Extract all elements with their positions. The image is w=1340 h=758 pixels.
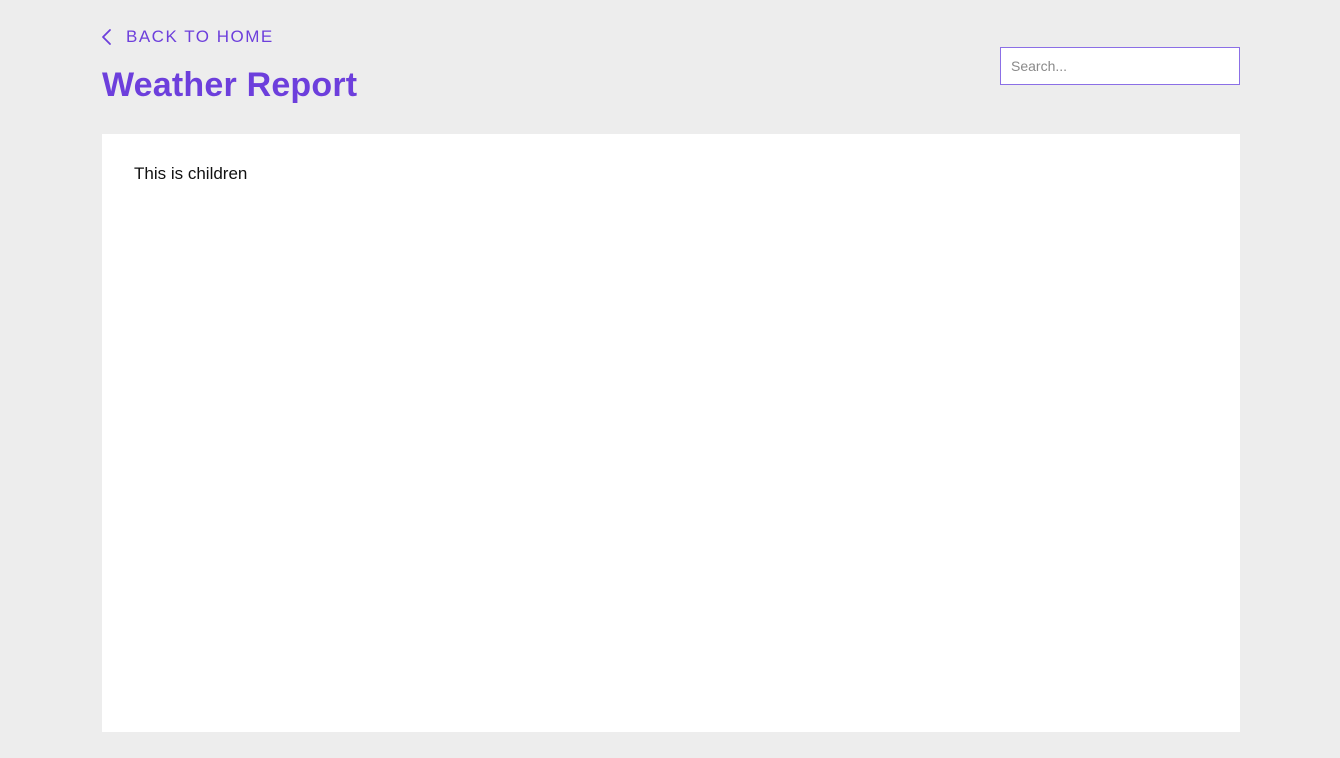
back-to-home-label: BACK TO HOME <box>126 27 274 46</box>
chevron-left-icon <box>100 26 114 48</box>
children-content-text: This is children <box>134 164 248 183</box>
page-title: Weather Report <box>102 66 358 104</box>
page: BACK TO HOME Weather Report This is chil… <box>0 0 1340 758</box>
back-to-home-link[interactable]: BACK TO HOME <box>100 26 274 48</box>
content-panel: This is children <box>102 134 1240 732</box>
search-input[interactable] <box>1000 47 1240 85</box>
